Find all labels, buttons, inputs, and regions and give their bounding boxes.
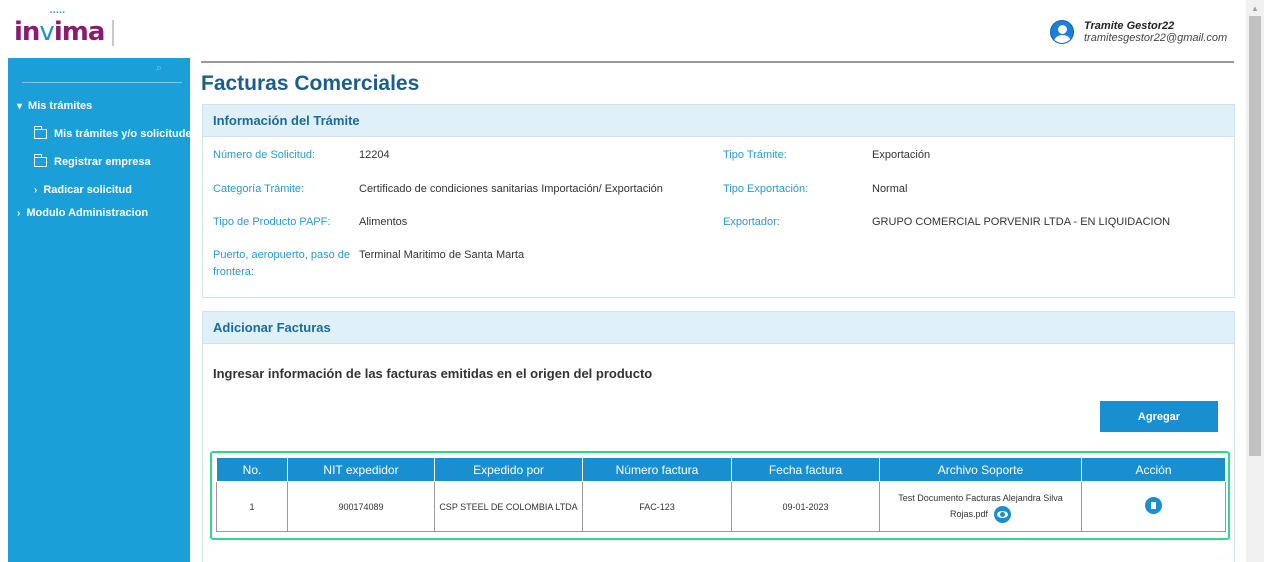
chevron-right-icon: › [17, 207, 21, 219]
col-header-nit: NIT expedidor [287, 457, 435, 482]
tipo-tramite-label: Tipo Trámite: [723, 149, 787, 161]
col-header-fecha: Fecha factura [731, 457, 880, 482]
categoria-value: Certificado de condiciones sanitarias Im… [359, 183, 663, 195]
page-title: Facturas Comerciales [201, 72, 420, 95]
sidebar: ⌕ ▾ Mis trámites Mis trámites y/o solici… [8, 58, 198, 562]
cell-expedido-por: CSP STEEL DE COLOMBIA LTDA [434, 481, 583, 532]
scroll-up-icon[interactable]: ▲ [1251, 4, 1259, 13]
info-panel-title: Información del Trámite [203, 105, 1234, 137]
tipo-exportacion-label: Tipo Exportación: [723, 183, 809, 195]
facturas-table-container: No. NIT expedidor Expedido por Número fa… [210, 451, 1230, 540]
col-header-expedido-por: Expedido por [434, 457, 583, 482]
puerto-value: Terminal Maritimo de Santa Marta [359, 249, 525, 261]
chevron-right-icon: › [34, 184, 38, 196]
numero-solicitud-label: Número de Solicitud: [213, 149, 316, 161]
sidebar-item-mis-tramites-solicitudes[interactable]: Mis trámites y/o solicitudes [33, 126, 198, 140]
chevron-down-icon: ▾ [17, 100, 23, 112]
col-header-accion: Acción [1081, 457, 1226, 482]
cell-nit: 900174089 [287, 481, 435, 532]
facturas-table: No. NIT expedidor Expedido por Número fa… [216, 457, 1226, 532]
user-avatar-icon [1050, 20, 1074, 44]
scrollbar-thumb[interactable] [1249, 16, 1261, 456]
sidebar-item-modulo-administracion[interactable]: › Modulo Administracion [17, 207, 148, 219]
tipo-producto-label: Tipo de Producto PAPF: [213, 216, 331, 228]
tipo-exportacion-value: Normal [872, 183, 908, 195]
sidebar-item-registrar-empresa[interactable]: Registrar empresa [33, 154, 151, 168]
user-name: Tramite Gestor22 [1084, 20, 1175, 32]
invima-logo: invima ▪▪▪▪▪ [14, 10, 115, 46]
folder-icon [33, 126, 47, 139]
delete-icon[interactable] [1145, 497, 1162, 514]
cell-numero-factura: FAC-123 [582, 481, 732, 532]
cell-accion [1081, 481, 1226, 532]
folder-icon [33, 154, 47, 167]
col-header-no: No. [216, 457, 288, 482]
cell-archivo: Test Documento Facturas Alejandra Silva … [879, 481, 1082, 532]
info-panel: Información del Trámite Número de Solici… [202, 104, 1235, 298]
table-row: 1 900174089 CSP STEEL DE COLOMBIA LTDA F… [216, 481, 1226, 532]
cell-no: 1 [216, 481, 288, 532]
facturas-panel-title: Adicionar Facturas [203, 312, 1234, 344]
exportador-value: GRUPO COMERCIAL PORVENIR LTDA - EN LIQUI… [872, 216, 1171, 228]
tipo-producto-value: Alimentos [359, 216, 408, 228]
facturas-panel: Adicionar Facturas Ingresar información … [202, 311, 1235, 562]
cell-fecha: 09-01-2023 [731, 481, 880, 532]
page-scrollbar[interactable]: ▲ [1246, 0, 1264, 562]
categoria-label: Categoría Trámite: [213, 183, 305, 195]
sidebar-item-radicar-solicitud[interactable]: › Radicar solicitud [34, 184, 132, 196]
user-email: tramitesgestor22@gmail.com [1084, 32, 1228, 44]
tipo-tramite-value: Exportación [872, 149, 931, 161]
exportador-label: Exportador: [723, 216, 780, 228]
numero-solicitud-value: 12204 [359, 149, 390, 161]
sidebar-search-icon[interactable]: ⌕ [156, 62, 162, 75]
user-menu[interactable]: Tramite Gestor22 tramitesgestor22@gmail.… [1050, 20, 1227, 44]
agregar-button[interactable]: Agregar [1100, 401, 1218, 432]
view-eye-icon[interactable] [994, 506, 1012, 524]
col-header-numero-factura: Número factura [582, 457, 732, 482]
facturas-instruction: Ingresar información de las facturas emi… [213, 366, 653, 381]
col-header-archivo: Archivo Soporte [879, 457, 1082, 482]
puerto-label: Puerto, aeropuerto, paso de frontera: [213, 249, 350, 278]
top-bar: invima ▪▪▪▪▪ Tramite Gestor22 tramitesge… [0, 0, 1246, 58]
header-divider [201, 61, 1234, 63]
archivo-filename: Test Documento Facturas Alejandra Silva … [898, 492, 1063, 519]
sidebar-item-mis-tramites[interactable]: ▾ Mis trámites [17, 100, 92, 112]
